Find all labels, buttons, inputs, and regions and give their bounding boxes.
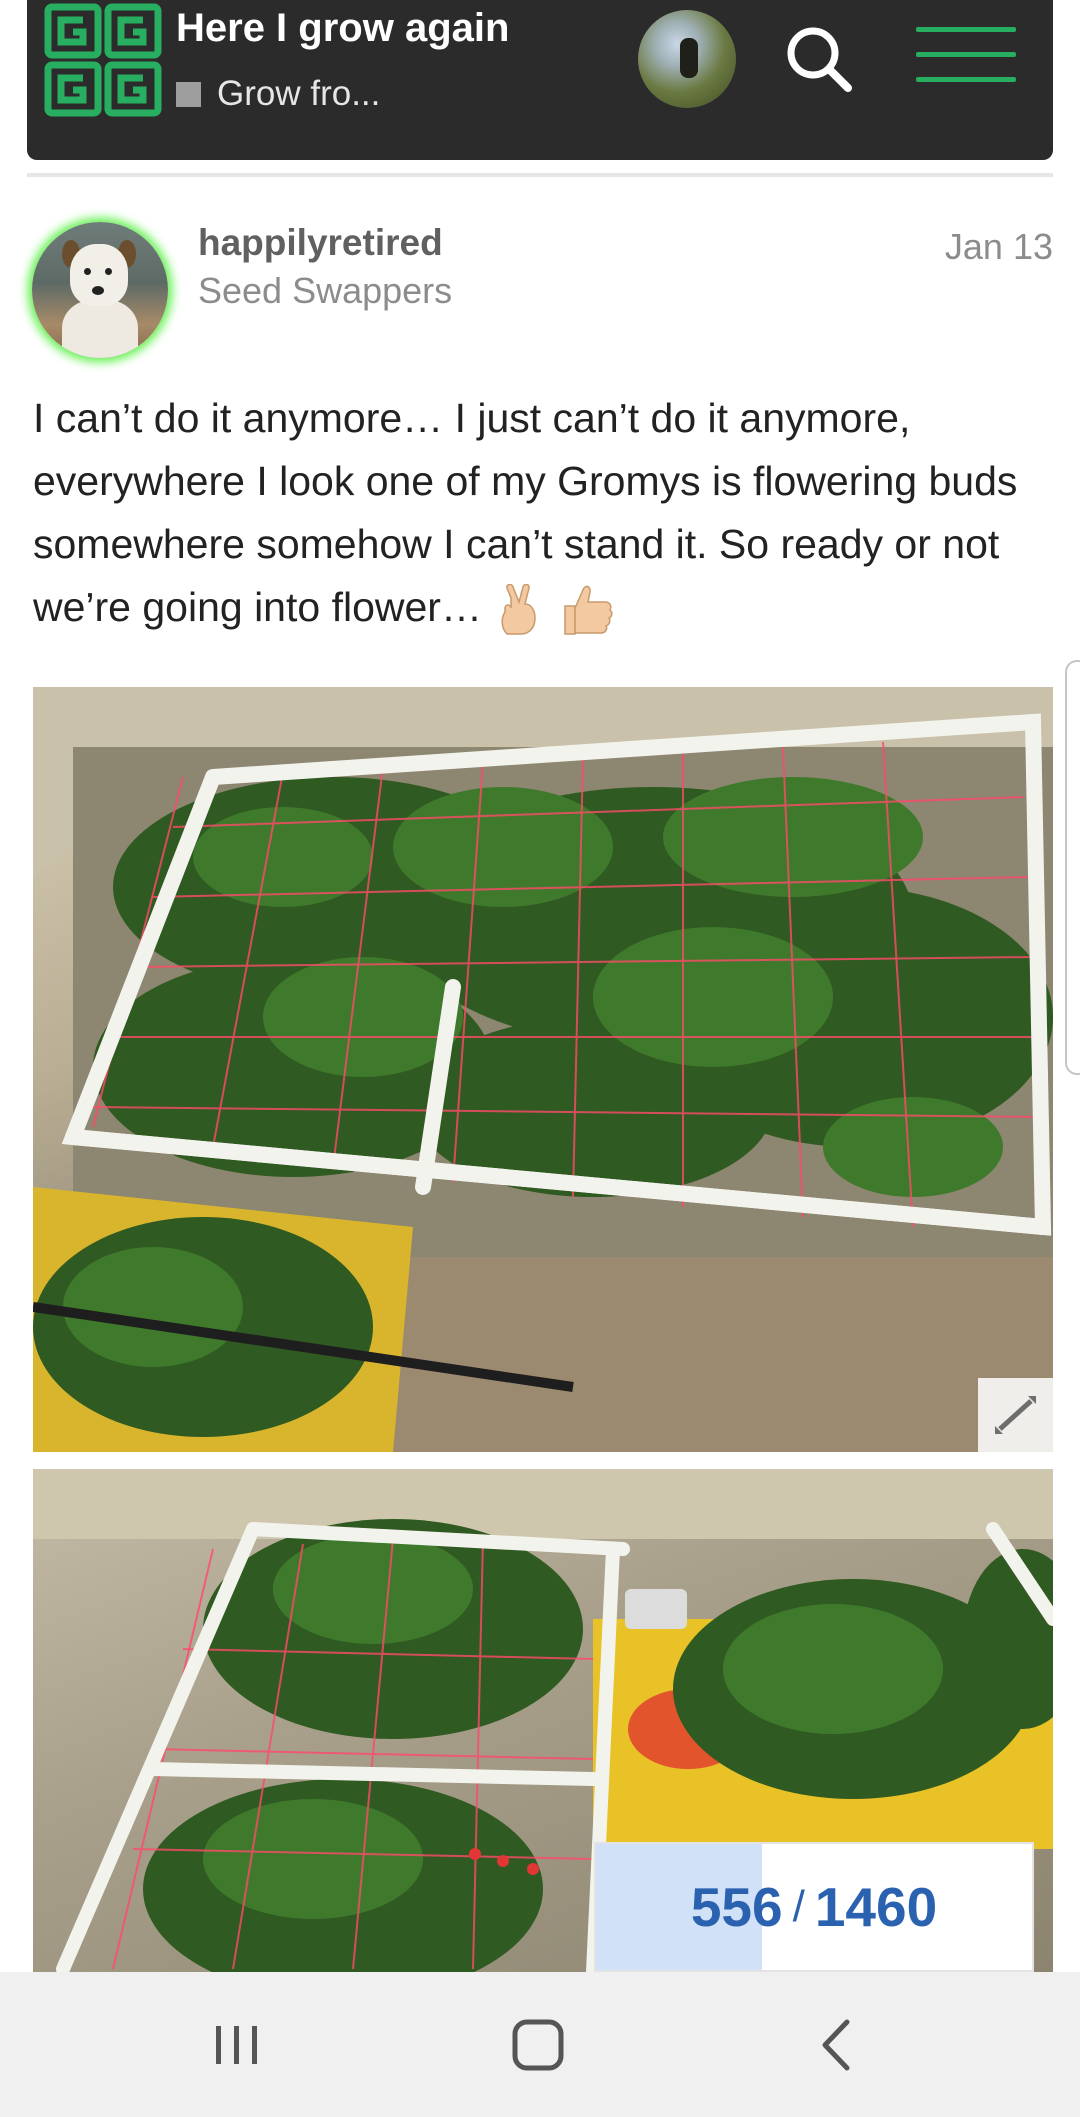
thumbs-up-icon: [564, 585, 613, 635]
post-date[interactable]: Jan 13: [945, 226, 1053, 268]
header-divider: [27, 173, 1053, 177]
post-body: I can’t do it anymore… I just can’t do i…: [33, 387, 1053, 639]
current-user-avatar[interactable]: [638, 10, 736, 108]
home-icon[interactable]: [503, 2012, 573, 2078]
search-icon[interactable]: [784, 24, 854, 94]
category-name: Grow fro...: [217, 74, 381, 113]
category-color-square: [176, 81, 201, 107]
hamburger-menu-icon[interactable]: [914, 24, 1020, 86]
site-logo-icon[interactable]: [43, 2, 163, 118]
topic-header: Here I grow again Grow fro...: [27, 0, 1053, 160]
victory-hand-icon: [501, 584, 537, 635]
expand-icon[interactable]: [978, 1378, 1053, 1452]
progress-total: 1460: [814, 1876, 938, 1938]
system-navigation-bar: [0, 1972, 1080, 2117]
progress-text: 556 / 1460: [596, 1844, 1032, 1970]
post-image-1[interactable]: [33, 687, 1053, 1452]
topic-progress-indicator[interactable]: 556 / 1460: [594, 1842, 1034, 1972]
post-author-avatar[interactable]: [32, 222, 168, 358]
recent-apps-icon[interactable]: [202, 2012, 272, 2078]
progress-separator: /: [792, 1882, 805, 1931]
topic-title[interactable]: Here I grow again: [176, 6, 509, 51]
post-user-title: Seed Swappers: [198, 270, 453, 311]
progress-current: 556: [690, 1876, 783, 1938]
scroll-handle[interactable]: [1065, 660, 1080, 1075]
post-username[interactable]: happilyretired: [198, 222, 443, 264]
category-badge[interactable]: Grow fro...: [176, 74, 380, 114]
back-icon[interactable]: [803, 2012, 873, 2078]
